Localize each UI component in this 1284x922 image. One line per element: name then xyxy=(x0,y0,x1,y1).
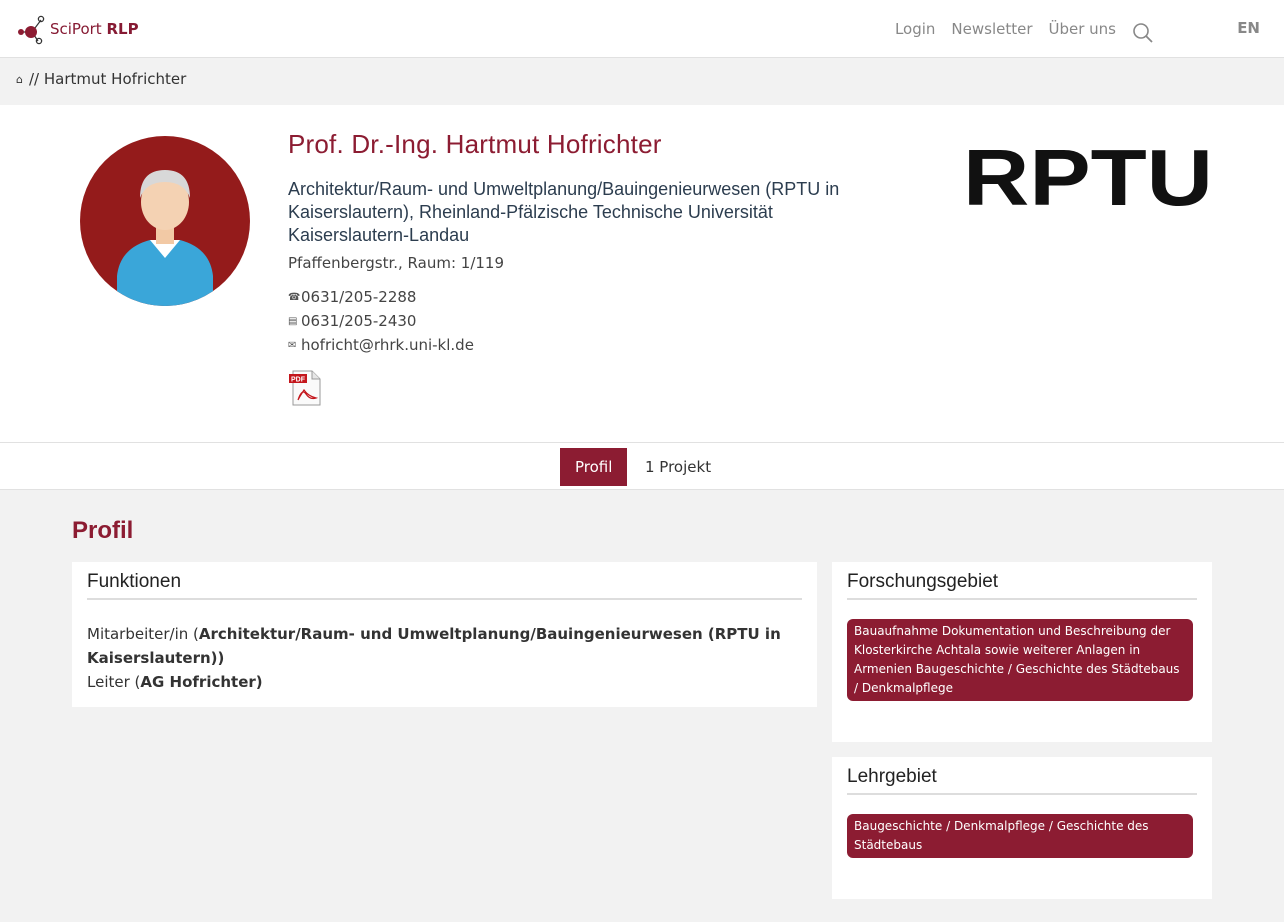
funktionen-list: Mitarbeiter/in (Architektur/Raum- und Um… xyxy=(87,622,802,694)
institution-logo: RPTU xyxy=(963,143,1213,213)
brand-link[interactable]: SciPort RLP xyxy=(15,13,139,45)
breadcrumb-current: Hartmut Hofrichter xyxy=(43,70,187,88)
main-nav: Login Newsletter Über uns xyxy=(879,18,1154,43)
phone-icon: ☎ xyxy=(288,291,301,303)
person-icon xyxy=(117,170,213,306)
lehrgebiet-heading: Lehrgebiet xyxy=(847,757,1197,795)
email-address[interactable]: hofricht@rhrk.uni-kl.de xyxy=(301,336,474,354)
lehrgebiet-card: Lehrgebiet Baugeschichte / Denkmalpflege… xyxy=(832,757,1212,899)
phone-row: ☎ 0631/205-2288 xyxy=(288,285,474,309)
funktionen-heading: Funktionen xyxy=(87,562,802,600)
email-row[interactable]: ✉ hofricht@rhrk.uni-kl.de xyxy=(288,333,474,357)
funktion-group-link[interactable]: AG Hofrichter) xyxy=(140,673,262,691)
fax-icon: ▤ xyxy=(288,315,298,327)
address: Pfaffenbergstr., Raum: 1/119 xyxy=(288,254,505,272)
nav-login-link[interactable]: Login xyxy=(895,20,935,38)
phone-number: 0631/205-2288 xyxy=(301,288,417,306)
contact-list: ☎ 0631/205-2288 ▤ 0631/205-2430 ✉ hofricht@… xyxy=(288,285,474,357)
funktion-item: Mitarbeiter/in (Architektur/Raum- und Um… xyxy=(87,625,781,667)
search-icon[interactable] xyxy=(1132,22,1154,44)
section-title: Profil xyxy=(72,517,134,544)
funktionen-card: Funktionen Mitarbeiter/in (Architektur/R… xyxy=(72,562,817,707)
svg-text:RPTU: RPTU xyxy=(963,143,1213,213)
nav-about-link[interactable]: Über uns xyxy=(1049,20,1117,38)
fax-number: 0631/205-2430 xyxy=(301,312,417,330)
person-name: Prof. Dr.-Ing. Hartmut Hofrichter xyxy=(288,129,662,159)
tab-projekte[interactable]: 1 Projekt xyxy=(630,448,726,486)
profile-header: Prof. Dr.-Ing. Hartmut Hofrichter Archit… xyxy=(0,105,1284,442)
email-icon: ✉ xyxy=(288,339,297,351)
profile-tabs: Profil 1 Projekt xyxy=(0,442,1284,490)
avatar xyxy=(80,136,250,306)
tab-profil[interactable]: Profil xyxy=(560,448,628,486)
pdf-icon[interactable]: PDF xyxy=(288,370,324,406)
forschungsgebiet-heading: Forschungsgebiet xyxy=(847,562,1197,600)
brand-name: SciPort RLP xyxy=(50,20,139,38)
forschungsgebiet-tag: Bauaufnahme Dokumentation und Beschreibu… xyxy=(847,619,1193,701)
svg-text:PDF: PDF xyxy=(291,377,306,384)
home-icon[interactable]: ⌂ xyxy=(16,73,23,86)
forschungsgebiet-card: Forschungsgebiet Bauaufnahme Dokumentati… xyxy=(832,562,1212,742)
breadcrumb: ⌂ // Hartmut Hofrichter xyxy=(16,70,186,88)
fax-row: ▤ 0631/205-2430 xyxy=(288,309,474,333)
language-switch-link[interactable]: EN xyxy=(1237,19,1260,37)
sciport-logo-icon xyxy=(18,15,45,45)
lehrgebiet-tag: Baugeschichte / Denkmalpflege / Geschich… xyxy=(847,814,1193,858)
breadcrumb-separator: // xyxy=(28,70,40,88)
organization: Architektur/Raum- und Umweltplanung/Baui… xyxy=(288,179,840,245)
top-navigation-bar: SciPort RLP Login Newsletter Über uns EN xyxy=(0,0,1284,58)
nav-newsletter-link[interactable]: Newsletter xyxy=(951,20,1032,38)
funktion-item: Leiter (AG Hofrichter) xyxy=(87,673,263,691)
